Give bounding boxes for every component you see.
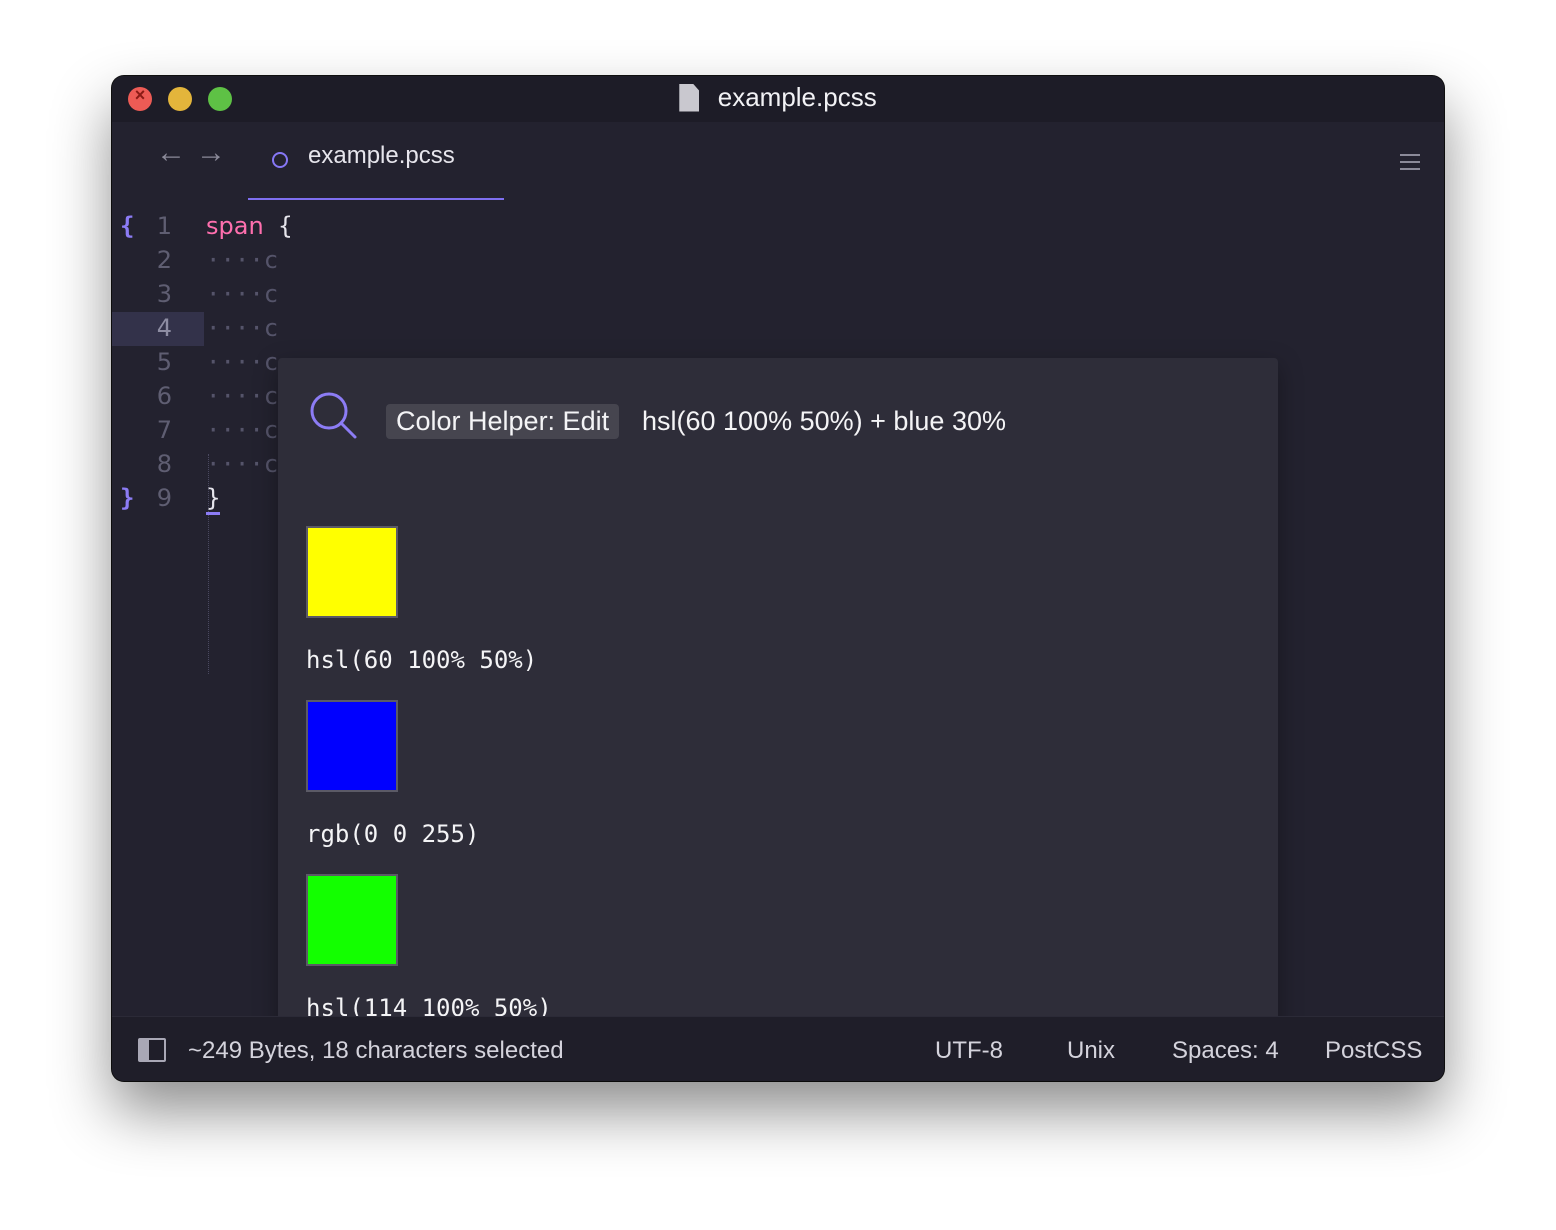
- line-number: 1: [156, 212, 172, 240]
- document-icon: [679, 83, 700, 112]
- forward-arrow-icon[interactable]: →: [196, 136, 226, 170]
- unsaved-dot-icon: [272, 152, 288, 168]
- color-helper-popup: Color Helper: Edit hsl(60 100% 50%) + bl…: [278, 358, 1278, 1081]
- code-line-current[interactable]: 4 ····c: [112, 312, 1444, 346]
- line-number: 7: [156, 416, 172, 444]
- code-editor[interactable]: { 1 span { 2 ····c 3 ····c 4 ····c 5 ···…: [112, 200, 1444, 1081]
- selection-info: ~249 Bytes, 18 characters selected: [188, 1037, 564, 1064]
- tab-label: example.pcss: [308, 142, 455, 169]
- line-number: 8: [156, 450, 172, 478]
- code-text: ····c: [206, 450, 279, 478]
- code-line[interactable]: 3 ····c: [112, 278, 1444, 312]
- status-bar: ~249 Bytes, 18 characters selected UTF-8…: [112, 1016, 1444, 1081]
- tab-example-pcss[interactable]: example.pcss: [248, 122, 504, 200]
- selector-keyword: span: [206, 212, 264, 240]
- code-text: }: [206, 484, 221, 515]
- encoding-status[interactable]: UTF-8: [935, 1037, 1003, 1065]
- line-endings-status[interactable]: Unix: [1067, 1037, 1115, 1065]
- color-expression[interactable]: hsl(60 100% 50%) + blue 30%: [642, 406, 1006, 437]
- line-number: 3: [156, 280, 172, 308]
- search-icon[interactable]: [308, 390, 360, 442]
- code-text: ····c: [206, 280, 279, 308]
- code-text: ····c: [206, 416, 279, 444]
- code-text: ····c: [206, 382, 279, 410]
- line-number: 9: [156, 484, 172, 512]
- syntax-status[interactable]: PostCSS: [1325, 1037, 1422, 1065]
- indentation-status[interactable]: Spaces: 4: [1172, 1037, 1279, 1065]
- line-number: 6: [156, 382, 172, 410]
- color-swatch[interactable]: [306, 700, 398, 792]
- swatch-label: rgb(0 0 255): [306, 820, 480, 848]
- fold-marker[interactable]: }: [120, 484, 134, 512]
- code-text: ····c: [206, 246, 279, 274]
- line-number: 2: [156, 246, 172, 274]
- code-rest: {: [263, 212, 293, 240]
- closing-brace: }: [206, 484, 221, 515]
- swatch-label: hsl(60 100% 50%): [306, 646, 538, 674]
- hamburger-menu-icon[interactable]: [1400, 154, 1420, 175]
- code-text: ····c: [206, 314, 279, 342]
- color-swatch[interactable]: [306, 526, 398, 618]
- window-title: example.pcss: [717, 82, 877, 112]
- code-line[interactable]: { 1 span {: [112, 210, 1444, 244]
- editor-window: example.pcss ← → example.pcss { 1 span {…: [112, 76, 1444, 1081]
- line-number: 4: [156, 314, 172, 342]
- code-line[interactable]: 2 ····c: [112, 244, 1444, 278]
- title-bar: example.pcss: [112, 76, 1444, 122]
- code-text: span {: [206, 212, 293, 240]
- sidebar-toggle-icon[interactable]: [138, 1038, 166, 1062]
- window-title-group: example.pcss: [112, 82, 1444, 113]
- code-text: ····c: [206, 348, 279, 376]
- fold-marker[interactable]: {: [120, 212, 134, 240]
- color-helper-badge[interactable]: Color Helper: Edit: [386, 404, 620, 439]
- color-swatch[interactable]: [306, 874, 398, 966]
- tab-bar: ← → example.pcss: [112, 122, 1444, 200]
- back-arrow-icon[interactable]: ←: [156, 136, 186, 170]
- line-number: 5: [156, 348, 172, 376]
